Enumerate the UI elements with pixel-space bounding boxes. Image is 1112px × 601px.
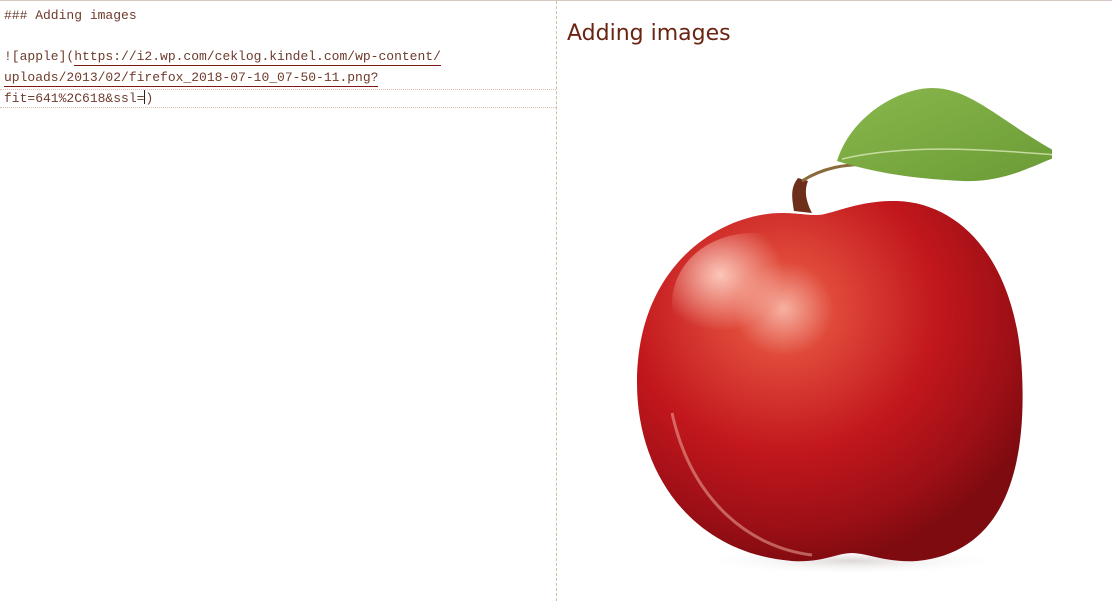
editor-line-heading[interactable]: ### Adding images bbox=[4, 6, 137, 26]
editor-line-image-start[interactable]: ![apple](https://i2.wp.com/ceklog.kindel… bbox=[4, 47, 441, 67]
apple-image bbox=[637, 88, 1052, 575]
preview-pane: Adding images bbox=[557, 1, 1112, 601]
apple-leaf bbox=[837, 88, 1052, 182]
editor-image-alt-text: ![apple]( bbox=[4, 49, 75, 64]
apple-stem bbox=[792, 178, 812, 213]
markdown-editor-pane[interactable]: ### Adding images ![apple](https://i2.wp… bbox=[0, 1, 556, 601]
active-line-top-border bbox=[0, 89, 556, 90]
editor-image-url-part2[interactable]: uploads/2013/02/firefox_2018-07-10_07-50… bbox=[4, 70, 379, 87]
editor-image-url-part1[interactable]: https://i2.wp.com/ceklog.kindel.com/wp-c… bbox=[74, 49, 441, 66]
active-line-bottom-border bbox=[0, 107, 556, 108]
preview-heading: Adding images bbox=[567, 21, 731, 46]
editor-closing-paren: ) bbox=[145, 91, 154, 106]
editor-line-image-end[interactable]: fit=641%2C618&ssl=) bbox=[4, 89, 153, 109]
apple-highlight bbox=[672, 233, 832, 373]
editor-heading-text: ### Adding images bbox=[4, 8, 137, 23]
editor-image-url-part3: fit=641%2C618&ssl= bbox=[4, 91, 145, 106]
editor-line-image-url[interactable]: uploads/2013/02/firefox_2018-07-10_07-50… bbox=[4, 68, 379, 88]
